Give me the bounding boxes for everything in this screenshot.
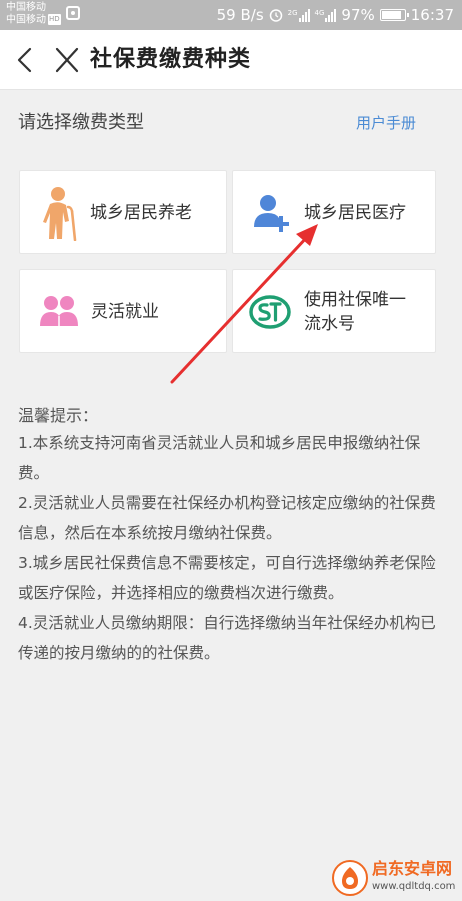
tips-title: 温馨提示： [18,406,99,425]
notification-icon [66,6,80,20]
back-button[interactable] [10,45,40,75]
watermark-text: 启东安卓网 [372,859,453,878]
card-flexible-employment[interactable]: 灵活就业 [19,269,227,353]
group-icon [40,296,78,326]
card-label-line1: 使用社保唯一 [304,290,406,310]
close-icon [55,47,79,73]
tip-item: 2.灵活就业人员需要在社保经办机构登记核定应缴纳的社保费信息，然后在本系统按月缴… [18,494,436,542]
signal-icon-2 [325,8,337,22]
battery-icon [379,9,409,21]
card-label-line2: 流水号 [304,314,355,334]
network-tag-1: 2G [287,8,298,17]
close-button[interactable] [52,44,82,76]
card-si-serial-number[interactable]: 使用社保唯一 流水号 [232,269,436,353]
card-rural-pension[interactable]: 城乡居民养老 [19,170,227,254]
status-indicators: 59 B/s 2G 4G 97% 16:37 [217,5,454,25]
carrier-2-label: 中国移动 [6,14,46,26]
tip-item: 3.城乡居民社保费信息不需要核定，可自行选择缴纳养老保险或医疗保险，并选择相应的… [18,554,436,602]
net-speed: 59 B/s [216,6,264,24]
page-title: 社保费缴费种类 [90,47,252,72]
watermark-logo-icon [332,860,368,896]
card-label: 城乡居民养老 [90,203,192,223]
carrier-1: 中国移动 [6,2,46,13]
add-user-icon [254,195,289,232]
app-header: 社保费缴费种类 [0,30,462,90]
signal-icon-1 [298,8,310,22]
user-manual-link[interactable]: 用户手册 [356,112,416,134]
status-bar: 中国移动 中国移动 HD 59 B/s 2G 4G 97% 16:37 [0,0,462,30]
clock: 16:37 [410,6,454,24]
tip-item: 1.本系统支持河南省灵活就业人员和城乡居民申报缴纳社保费。 [18,434,421,482]
network-tag-2: 4G [314,8,325,17]
hd-badge: HD [48,14,61,25]
alarm-icon [269,9,282,22]
tips-body: 1.本系统支持河南省灵活就业人员和城乡居民申报缴纳社保费。 2.灵活就业人员需要… [18,428,438,668]
card-rural-medical[interactable]: 城乡居民医疗 [232,170,436,254]
tip-item: 4.灵活就业人员缴纳期限：自行选择缴纳当年社保经办机构已传递的按月缴纳的的社保费… [18,614,436,662]
card-label: 灵活就业 [91,302,159,322]
watermark: 启东安卓网 www.qdltdq.com [332,856,458,900]
si-logo-icon [249,295,291,329]
battery-percent: 97% [341,6,375,24]
watermark-url: www.qdltdq.com [372,881,456,892]
elderly-person-icon [43,187,77,241]
card-label: 城乡居民医疗 [304,203,406,223]
carrier-2: 中国移动 HD [6,14,61,26]
chevron-left-icon [17,47,32,73]
section-label: 请选择缴费类型 [18,112,144,133]
